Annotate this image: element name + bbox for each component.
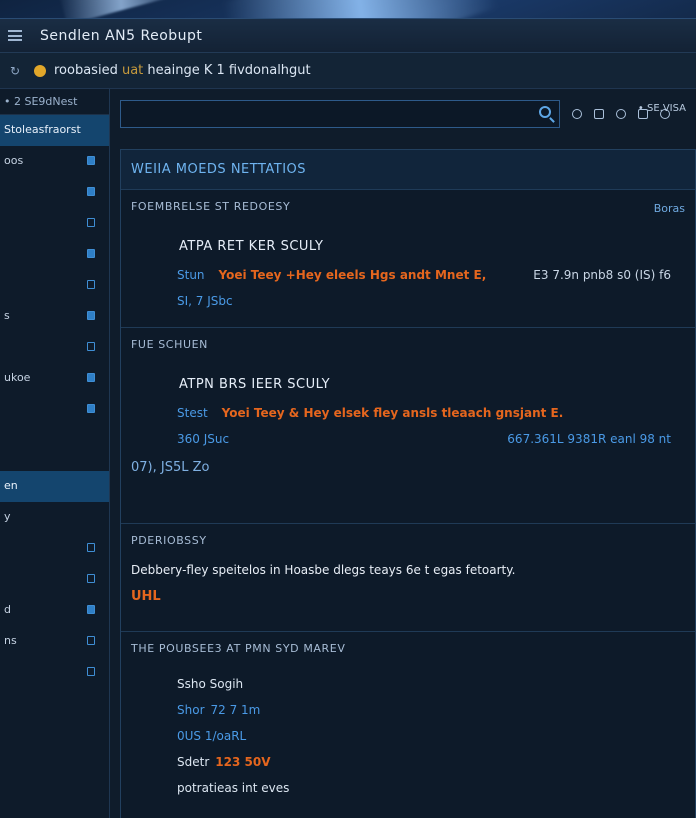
section-card: THE POUBSEE3 AT PMN SYD MAREV Ssho Sogih… [121, 632, 695, 818]
item-marker-icon [87, 574, 95, 583]
item-marker-icon [87, 342, 95, 351]
section-title: PDERIOBSSY [131, 534, 207, 547]
url-text: roobasied uat heainge K 1 fivdonalhgut [54, 63, 311, 78]
item-marker-icon [87, 636, 95, 645]
sidebar-item-label: s [4, 309, 10, 322]
item-marker-icon [87, 667, 95, 676]
sidebar-item[interactable] [0, 533, 109, 564]
item-marker-icon [87, 373, 95, 382]
sidebar-item[interactable] [0, 394, 109, 425]
details-panel: WEIIA MOEDS NETTATIOS FOEMBRELSE ST REDO… [120, 149, 696, 818]
sidebar-item[interactable] [0, 657, 109, 688]
main-content: • SE.VISA WEIIA MOEDS NETTATIOS FOEMBREL… [120, 93, 696, 818]
sidebar-item[interactable] [0, 564, 109, 595]
record-detail: Stun Yoei Teey +Hey eleels Hgs andt Mnet … [131, 268, 685, 282]
key-value-list: Ssho Sogih Shor 72 7 1m 0US 1/oaRL Sdetr 123 … [131, 677, 685, 795]
sidebar-item-label: d [4, 603, 11, 616]
sidebar-item-label: ns [4, 634, 17, 647]
section-card: FUE SCHUEN ATPN BRS IEER SCULY Stest Yoei… [121, 328, 695, 524]
section-title: THE POUBSEE3 AT PMN SYD MAREV [131, 642, 346, 655]
item-marker-icon [87, 543, 95, 552]
sidebar-item-label: Stoleasfraorst [4, 123, 81, 136]
section-tag-button[interactable]: Boras [654, 202, 685, 215]
section-title: FOEMBRELSE ST REDOESY [131, 200, 291, 213]
section-card: PDERIOBSSY Debbery-fley speitelos in Hoa… [121, 524, 695, 632]
sidebar-item[interactable]: s [0, 301, 109, 332]
description-text: Debbery-fley speitelos in Hoasbe dlegs t… [131, 563, 516, 577]
sidebar-item[interactable] [0, 332, 109, 363]
panel-title: WEIIA MOEDS NETTATIOS [121, 150, 695, 190]
record-heading: ATPN BRS IEER SCULY [179, 377, 331, 392]
item-marker-icon [87, 280, 95, 289]
search-icon[interactable] [539, 106, 551, 118]
settings-icon[interactable] [616, 109, 626, 119]
row-key: Ssho Sogih [177, 677, 244, 691]
item-marker-icon [87, 404, 95, 413]
detail-meta: E3 7.9n pnb8 s0 (IS) f6 [533, 268, 671, 282]
row-key: potratieas int eves [177, 781, 290, 795]
item-marker-icon [87, 605, 95, 614]
record-detail: Stest Yoei Teey & Hey elsek fley ansls tl… [131, 406, 685, 420]
key-value-row: Shor 72 7 1m [131, 703, 685, 717]
detail-highlight: Yoei Teey & Hey elsek fley ansls tleaach… [221, 406, 564, 420]
app-title: Sendlen AN5 Reobupt [40, 27, 203, 44]
detail-label: Stest [177, 406, 208, 420]
row-key: 0US 1/oaRL [177, 729, 247, 743]
section-card: FOEMBRELSE ST REDOESY Boras ATPA RET KER… [121, 190, 695, 328]
reload-button[interactable]: ↻ [10, 64, 34, 78]
sidebar-item[interactable] [0, 208, 109, 239]
key-value-row: Ssho Sogih [131, 677, 685, 691]
record-heading: ATPA RET KER SCULY [179, 239, 324, 254]
sidebar-item-label: oos [4, 154, 24, 167]
key-value-row: 0US 1/oaRL [131, 729, 685, 743]
key-value-row: potratieas int eves [131, 781, 685, 795]
sidebar-item-label: y [4, 510, 11, 523]
sidebar-item-active[interactable]: Stoleasfraorst [0, 115, 109, 146]
sidebar-item[interactable]: en [0, 471, 109, 502]
search-input[interactable] [120, 100, 560, 128]
row-value: 72 7 1m [210, 703, 261, 717]
sidebar-item[interactable] [0, 270, 109, 301]
sidebar-item-label: ukoe [4, 371, 31, 384]
shield-icon[interactable] [594, 109, 604, 119]
title-bar: Sendlen AN5 Reobupt [0, 19, 696, 53]
sidebar: • 2 SE9dNest Stoleasfraorst oos s ukoe en y d… [0, 89, 110, 818]
address-bar: ↻ roobasied uat heainge K 1 fivdonalhgut [0, 53, 696, 89]
item-marker-icon [87, 156, 95, 165]
sidebar-header: • 2 SE9dNest [0, 89, 109, 115]
detail-label: Stun [177, 268, 205, 282]
sidebar-item[interactable]: ns [0, 626, 109, 657]
app-window: Sendlen AN5 Reobupt ↻ roobasied uat heai… [0, 18, 696, 818]
sidebar-item-label: en [4, 479, 18, 492]
row-value: 123 50V [215, 755, 271, 769]
sidebar-item[interactable] [0, 239, 109, 270]
sidebar-item[interactable] [0, 177, 109, 208]
item-marker-icon [87, 218, 95, 227]
item-marker-icon [87, 311, 95, 320]
key-value-row: Sdetr 123 50V [131, 755, 685, 769]
status-text: • SE.VISA [637, 103, 686, 114]
detail-highlight: Yoei Teey +Hey eleels Hgs andt Mnet E, [218, 268, 487, 282]
record-footer: 07), JS5L Zo [131, 460, 210, 475]
hamburger-menu-icon[interactable] [8, 30, 22, 41]
row-key: Sdetr [177, 755, 210, 769]
row-key: Shor [177, 703, 205, 717]
search-row: • SE.VISA [120, 93, 696, 135]
section-title: FUE SCHUEN [131, 338, 208, 351]
site-security-icon[interactable] [34, 64, 46, 77]
sidebar-item[interactable]: y [0, 502, 109, 533]
sidebar-item[interactable]: d [0, 595, 109, 626]
record-subvalue: 360 JSuc 667.361L 9381R eanl 98 nt [177, 432, 671, 446]
sidebar-list: oos s ukoe en y d ns [0, 146, 109, 688]
item-marker-icon [87, 249, 95, 258]
sidebar-item[interactable]: oos [0, 146, 109, 177]
url-field[interactable]: roobasied uat heainge K 1 fivdonalhgut [34, 58, 696, 84]
highlight-text: UHL [131, 589, 161, 604]
location-icon[interactable] [572, 109, 582, 119]
item-marker-icon [87, 187, 95, 196]
record-subvalue: SI, 7 JSbc [177, 294, 233, 308]
detail-meta: 667.361L 9381R eanl 98 nt [507, 432, 671, 446]
sidebar-item[interactable]: ukoe [0, 363, 109, 394]
